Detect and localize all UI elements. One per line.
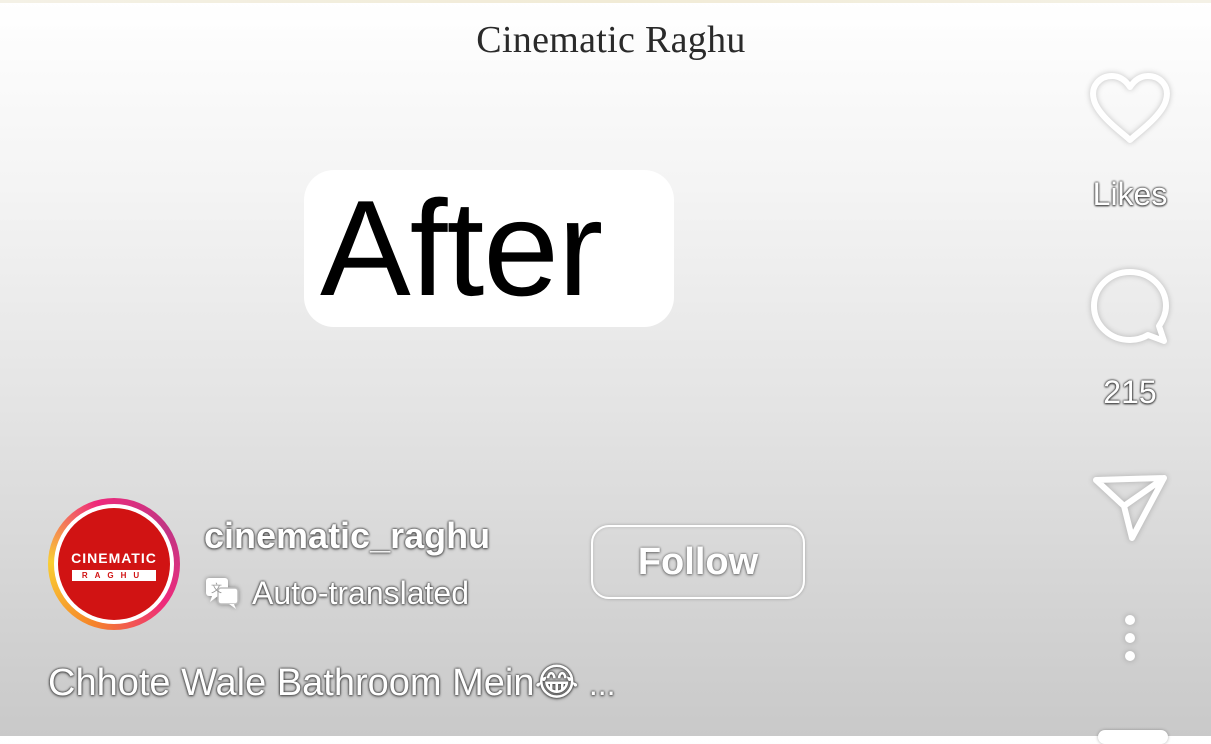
avatar-brand-text: CINEMATIC [71, 550, 157, 566]
video-caption[interactable]: Chhote Wale Bathroom Mein😂... [48, 660, 616, 705]
heart-icon [1090, 73, 1170, 143]
auto-translated-label[interactable]: Auto-translated [252, 575, 469, 612]
follow-button[interactable]: Follow [591, 525, 805, 599]
top-strip [0, 0, 1211, 3]
comment-count: 215 [1103, 374, 1157, 410]
paper-plane-icon [1093, 475, 1167, 541]
svg-text:文: 文 [211, 581, 222, 595]
author-username[interactable]: cinematic_raghu [204, 515, 490, 557]
share-button[interactable] [1092, 470, 1170, 544]
vertical-dots-icon [1125, 615, 1135, 661]
overlay-text: After [320, 172, 603, 324]
video-watermark: Cinematic Raghu [476, 19, 746, 61]
avatar-border: CINEMATIC RAGHU [54, 504, 174, 624]
translate-icon: 文 [204, 576, 240, 614]
comment-button[interactable] [1088, 266, 1172, 346]
avatar-image: CINEMATIC RAGHU [58, 508, 170, 620]
likes-label: Likes [1092, 176, 1168, 212]
follow-button-label: Follow [637, 540, 759, 583]
avatar[interactable]: CINEMATIC RAGHU [48, 498, 180, 630]
like-button[interactable] [1086, 70, 1174, 150]
more-options-button[interactable] [1116, 612, 1144, 664]
comment-bubble-icon [1091, 269, 1169, 344]
bottom-nav-tab[interactable] [1098, 730, 1168, 744]
caption-text: Chhote Wale Bathroom Mein😂 [48, 662, 579, 704]
avatar-brand-subtext: RAGHU [72, 570, 156, 581]
caption-more[interactable]: ... [589, 666, 616, 702]
